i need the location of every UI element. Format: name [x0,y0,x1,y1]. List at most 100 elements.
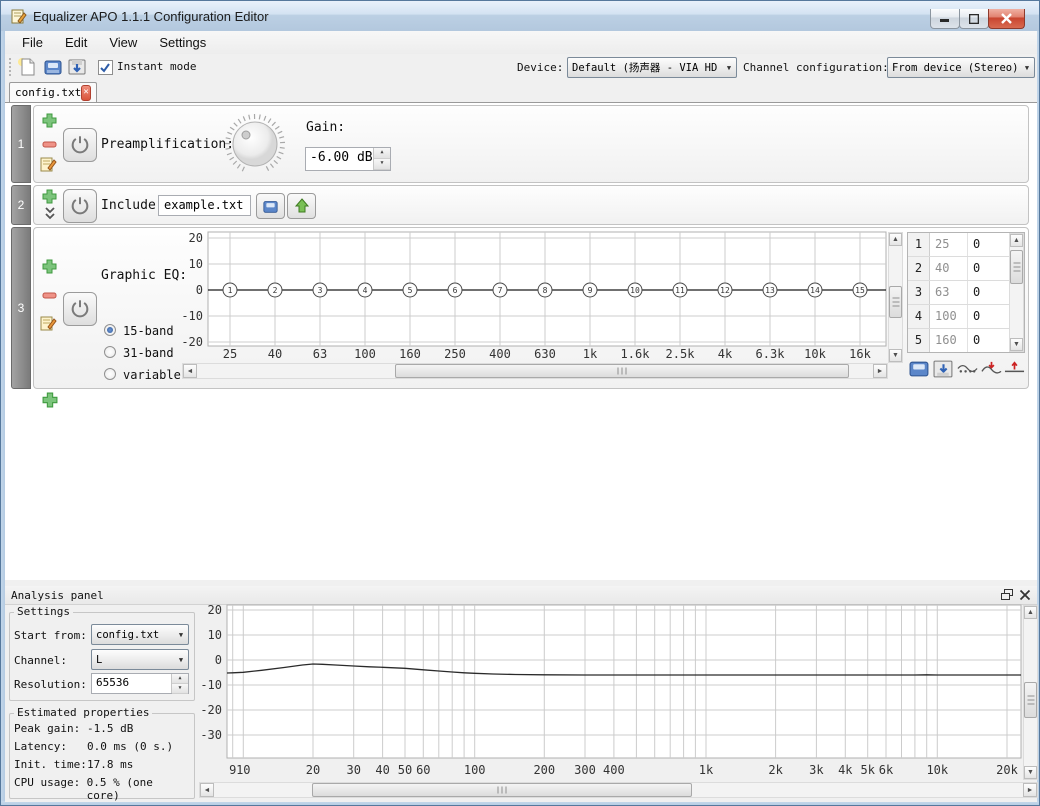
gain-cell[interactable]: 0 [968,257,1006,280]
power-icon [69,298,91,320]
menu-item-file[interactable]: File [11,32,54,53]
minimize-button[interactable] [930,9,960,29]
freq-cell[interactable]: 160 [930,329,968,352]
eq-band-table[interactable]: 1250240036304100051600 [907,232,1025,353]
resolution-spinbox[interactable]: 65536 ▲▼ [91,673,189,694]
include-file-input[interactable]: example.txt [158,195,251,216]
scroll-right-icon[interactable]: ► [873,364,887,378]
spin-down-icon[interactable]: ▼ [172,684,188,694]
radio-15-band[interactable] [104,324,116,336]
save-file-icon[interactable] [67,57,87,77]
title-bar[interactable]: Equalizer APO 1.1.1 Configuration Editor [1,1,1040,32]
menu-item-view[interactable]: View [98,32,148,53]
table-row[interactable]: 2400 [908,257,1024,281]
add-filter-icon[interactable] [42,113,57,128]
property-label: Init. time: [14,758,87,776]
tab-config-txt[interactable]: config.txt ✕ [9,82,97,102]
remove-filter-icon[interactable] [42,289,57,301]
freq-cell[interactable]: 40 [930,257,968,280]
scroll-down-icon[interactable]: ▼ [889,349,902,362]
row-3-handle[interactable]: 3 [11,227,31,389]
row-1-handle[interactable]: 1 [11,105,31,183]
add-filter-icon[interactable] [42,189,57,204]
scroll-down-icon[interactable]: ▼ [1010,338,1023,351]
table-row[interactable]: 1250 [908,233,1024,257]
analysis-vscrollbar[interactable]: ▲ ▼ [1023,605,1038,780]
browse-file-button[interactable] [256,193,285,219]
eq-band-chart[interactable]: 2540631001602504006301k1.6k2.5k4k6.3k10k… [182,231,888,362]
edit-text-icon[interactable] [40,314,57,331]
svg-text:1: 1 [228,286,233,295]
add-row-icon[interactable] [42,392,58,408]
instant-mode-checkbox[interactable] [98,60,113,75]
eq-hscrollbar[interactable]: ◄ ► [182,363,888,379]
spin-down-icon[interactable]: ▼ [374,159,390,170]
scroll-up-icon[interactable]: ▲ [1010,234,1023,247]
frequency-response-chart: 20100-10-20-3091020304050601002003004001… [199,604,1023,780]
freq-cell[interactable]: 25 [930,233,968,256]
gain-cell[interactable]: 0 [968,281,1006,304]
row-2-power-button[interactable] [63,189,97,223]
gain-knob[interactable] [223,112,287,176]
eq-hscroll-thumb[interactable] [395,364,849,378]
row-1-power-button[interactable] [63,128,97,162]
scroll-left-icon[interactable]: ◄ [183,364,197,378]
tab-close-icon[interactable]: ✕ [81,85,91,101]
eq-vscrollbar[interactable]: ▲ ▼ [888,232,903,363]
row-3-power-button[interactable] [63,292,97,326]
channel-config-combo[interactable]: From device (Stereo) ▼ [887,57,1035,78]
close-button[interactable] [988,9,1025,29]
spin-up-icon[interactable]: ▲ [374,148,390,159]
gain-cell[interactable]: 0 [968,305,1006,328]
float-panel-icon[interactable] [1001,589,1013,601]
start-from-combo[interactable]: config.txt ▼ [91,624,189,645]
freq-cell[interactable]: 100 [930,305,968,328]
power-icon [69,195,91,217]
table-row[interactable]: 41000 [908,305,1024,329]
svg-text:1k: 1k [583,347,598,361]
svg-text:15: 15 [855,286,865,295]
toolbar-grip[interactable] [9,58,14,76]
menu-item-edit[interactable]: Edit [54,32,98,53]
expand-chevrons-icon[interactable] [44,207,56,220]
table-vscroll-thumb[interactable] [1010,250,1023,284]
export-eq-icon[interactable] [933,359,954,378]
add-filter-icon[interactable] [42,259,57,274]
channel-combo[interactable]: L ▼ [91,649,189,670]
gain-spinbox[interactable]: -6.00 dB ▲▼ [305,147,391,171]
analysis-vscroll-thumb[interactable] [1024,682,1037,718]
analysis-panel-header[interactable] [5,586,1037,605]
reset-gains-icon[interactable] [1004,359,1025,378]
open-include-button[interactable] [287,193,316,219]
analysis-hscroll-thumb[interactable] [312,783,692,797]
scroll-up-icon[interactable]: ▲ [1024,606,1037,619]
scroll-left-icon[interactable]: ◄ [200,783,214,797]
table-vscrollbar[interactable]: ▲ ▼ [1009,233,1024,352]
edit-text-icon[interactable] [40,155,57,172]
row-2-handle[interactable]: 2 [11,185,31,225]
radio-31-band[interactable] [104,346,116,358]
flatten-response-icon[interactable] [957,359,978,378]
normalize-response-icon[interactable] [981,359,1002,378]
table-row[interactable]: 51600 [908,329,1024,353]
import-eq-icon[interactable] [909,359,930,378]
spin-up-icon[interactable]: ▲ [172,674,188,684]
remove-filter-icon[interactable] [42,138,57,150]
scroll-up-icon[interactable]: ▲ [889,233,902,246]
device-combo[interactable]: Default (扬声器 - VIA HD Audio) ▼ [567,57,737,78]
open-file-icon[interactable] [43,57,63,77]
radio-variable[interactable] [104,368,116,380]
new-file-icon[interactable] [17,57,37,77]
scroll-right-icon[interactable]: ► [1023,783,1037,797]
freq-cell[interactable]: 63 [930,281,968,304]
eq-vscroll-thumb[interactable] [889,286,902,318]
table-row[interactable]: 3630 [908,281,1024,305]
gain-cell[interactable]: 0 [968,329,1006,352]
maximize-button[interactable] [959,9,989,29]
close-panel-icon[interactable] [1019,589,1031,601]
menu-item-settings[interactable]: Settings [148,32,217,53]
analysis-hscrollbar[interactable]: ◄ ► [199,782,1038,798]
gain-cell[interactable]: 0 [968,233,1006,256]
scroll-down-icon[interactable]: ▼ [1024,766,1037,779]
device-value: Default (扬声器 - VIA HD Audio) [568,60,722,75]
